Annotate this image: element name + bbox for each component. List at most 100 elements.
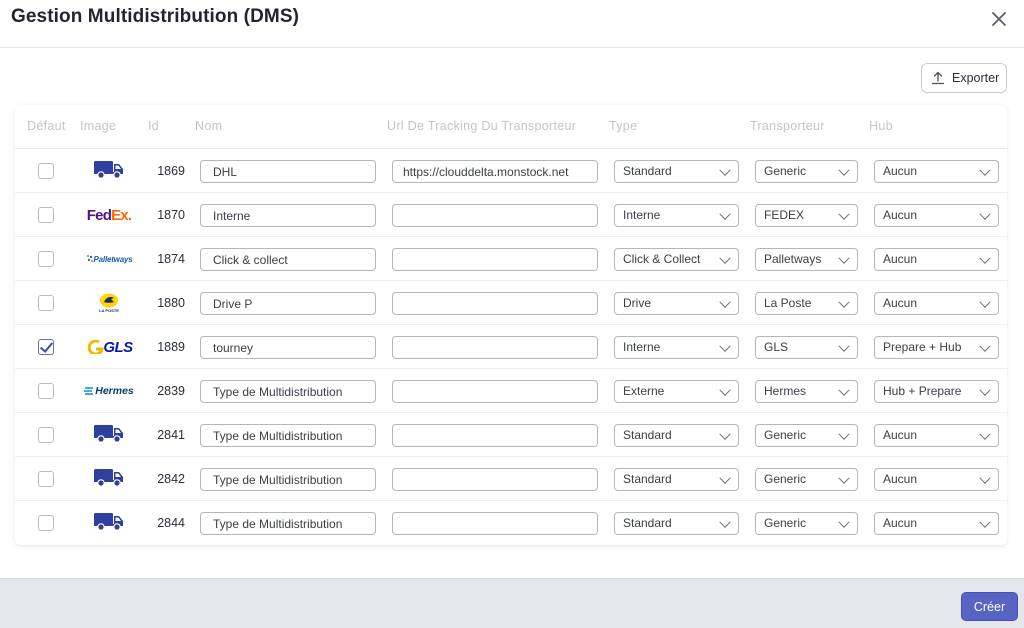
- hub-value: Aucun: [883, 516, 918, 530]
- type-value: Externe: [623, 384, 665, 398]
- tracking-url-input[interactable]: [392, 468, 598, 491]
- type-select[interactable]: Standard: [614, 424, 739, 447]
- row-id: 1869: [157, 164, 185, 178]
- chevron-down-icon: [719, 208, 731, 220]
- hub-select[interactable]: Aucun: [874, 512, 999, 535]
- nom-input[interactable]: [200, 380, 376, 403]
- carrier-image: [81, 465, 137, 493]
- chevron-down-icon: [719, 384, 731, 396]
- chevron-down-icon: [838, 252, 850, 264]
- chevron-down-icon: [719, 516, 731, 528]
- export-label: Exporter: [952, 71, 1000, 85]
- hub-select[interactable]: Prepare + Hub: [874, 336, 999, 359]
- tracking-url-input[interactable]: [392, 204, 598, 227]
- nom-input[interactable]: [200, 292, 376, 315]
- hub-select[interactable]: Aucun: [874, 468, 999, 491]
- transporteur-select[interactable]: Hermes: [755, 380, 858, 403]
- header-url: Url De Tracking Du Transporteur: [387, 119, 577, 133]
- table-row: 2842 Standard Generic Aucun: [15, 457, 1007, 501]
- la-poste-logo: LA POSTE: [99, 293, 119, 313]
- transporteur-value: GLS: [764, 340, 789, 354]
- type-select[interactable]: Standard: [614, 512, 739, 535]
- chevron-down-icon: [979, 384, 991, 396]
- type-select[interactable]: Externe: [614, 380, 739, 403]
- nom-input[interactable]: [200, 424, 376, 447]
- chevron-down-icon: [719, 472, 731, 484]
- default-checkbox[interactable]: [38, 471, 54, 487]
- nom-input[interactable]: [200, 160, 376, 183]
- carrier-image: Palletways: [81, 245, 137, 273]
- transporteur-value: FEDEX: [764, 208, 805, 222]
- transporteur-value: Generic: [764, 428, 807, 442]
- type-select[interactable]: Standard: [614, 468, 739, 491]
- default-checkbox[interactable]: [38, 251, 54, 267]
- carrier-image: GLS: [81, 333, 137, 361]
- truck-icon: [93, 423, 125, 448]
- hub-select[interactable]: Aucun: [874, 204, 999, 227]
- transporteur-value: Hermes: [764, 384, 807, 398]
- header-nom: Nom: [195, 119, 223, 133]
- nom-input[interactable]: [200, 336, 376, 359]
- nom-input[interactable]: [200, 248, 376, 271]
- dms-table: Défaut Image Id Nom Url De Tracking Du T…: [15, 105, 1007, 545]
- default-checkbox[interactable]: [38, 515, 54, 531]
- transporteur-select[interactable]: Generic: [755, 424, 858, 447]
- carrier-image: [81, 421, 137, 449]
- tracking-url-input[interactable]: [392, 160, 598, 183]
- type-select[interactable]: Click & Collect: [614, 248, 739, 271]
- nom-input[interactable]: [200, 204, 376, 227]
- hub-value: Aucun: [883, 252, 918, 266]
- tracking-url-input[interactable]: [392, 336, 598, 359]
- default-checkbox[interactable]: [38, 383, 54, 399]
- nom-input[interactable]: [200, 468, 376, 491]
- default-checkbox[interactable]: [38, 339, 54, 355]
- chevron-down-icon: [979, 472, 991, 484]
- dialog-footer: Créer: [0, 578, 1024, 628]
- default-checkbox[interactable]: [38, 207, 54, 223]
- hub-select[interactable]: Aucun: [874, 292, 999, 315]
- type-select[interactable]: Drive: [614, 292, 739, 315]
- type-value: Standard: [623, 472, 672, 486]
- table-row: LA POSTE 1880 Drive La Poste Aucun: [15, 281, 1007, 325]
- hub-select[interactable]: Aucun: [874, 424, 999, 447]
- transporteur-select[interactable]: Generic: [755, 160, 858, 183]
- transporteur-select[interactable]: Generic: [755, 512, 858, 535]
- transporteur-select[interactable]: FEDEX: [755, 204, 858, 227]
- transporteur-value: Generic: [764, 472, 807, 486]
- export-button[interactable]: Exporter: [921, 63, 1007, 93]
- upload-icon: [931, 71, 945, 85]
- header-image: Image: [80, 119, 117, 133]
- default-checkbox[interactable]: [38, 163, 54, 179]
- type-select[interactable]: Interne: [614, 336, 739, 359]
- chevron-down-icon: [979, 164, 991, 176]
- hermes-logo: Hermes: [84, 385, 134, 397]
- nom-input[interactable]: [200, 512, 376, 535]
- type-value: Standard: [623, 516, 672, 530]
- default-checkbox[interactable]: [38, 295, 54, 311]
- dialog-title: Gestion Multidistribution (DMS): [11, 6, 300, 27]
- tracking-url-input[interactable]: [392, 512, 598, 535]
- transporteur-select[interactable]: GLS: [755, 336, 858, 359]
- close-icon[interactable]: [988, 8, 1010, 30]
- transporteur-select[interactable]: Generic: [755, 468, 858, 491]
- type-select[interactable]: Standard: [614, 160, 739, 183]
- header-id: Id: [148, 119, 160, 133]
- chevron-down-icon: [838, 340, 850, 352]
- tracking-url-input[interactable]: [392, 292, 598, 315]
- hub-select[interactable]: Hub + Prepare: [874, 380, 999, 403]
- default-checkbox[interactable]: [38, 427, 54, 443]
- carrier-image: Hermes: [81, 377, 137, 405]
- tracking-url-input[interactable]: [392, 248, 598, 271]
- hub-select[interactable]: Aucun: [874, 160, 999, 183]
- transporteur-select[interactable]: La Poste: [755, 292, 858, 315]
- type-value: Drive: [623, 296, 652, 310]
- truck-icon: [93, 159, 125, 184]
- tracking-url-input[interactable]: [392, 380, 598, 403]
- type-select[interactable]: Interne: [614, 204, 739, 227]
- transporteur-select[interactable]: Palletways: [755, 248, 858, 271]
- create-button[interactable]: Créer: [961, 592, 1018, 621]
- row-id: 2839: [157, 384, 185, 398]
- chevron-down-icon: [719, 340, 731, 352]
- hub-select[interactable]: Aucun: [874, 248, 999, 271]
- tracking-url-input[interactable]: [392, 424, 598, 447]
